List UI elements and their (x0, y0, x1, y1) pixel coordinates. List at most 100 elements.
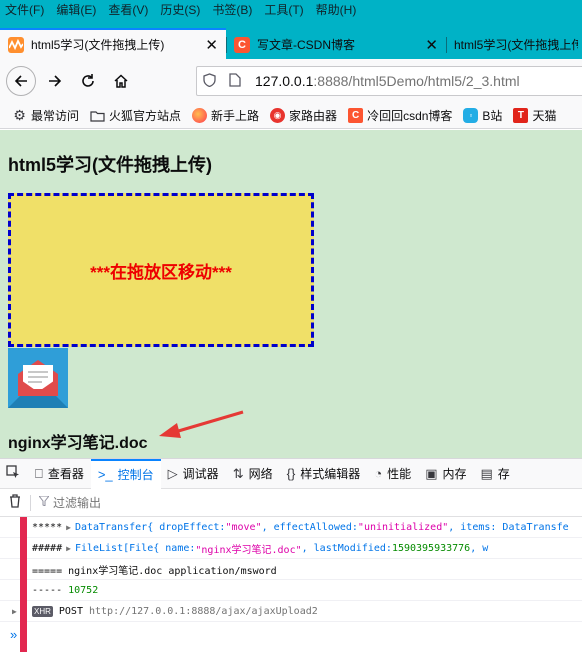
string-value: "move" (225, 521, 262, 533)
tab-inspector[interactable]: ⎕ 查看器 (28, 459, 91, 489)
forward-arrow-icon[interactable] (41, 67, 69, 95)
bookmark-firefox-site[interactable]: 火狐官方站点 (90, 107, 181, 124)
csdn-favicon-icon: C (234, 36, 250, 53)
console-line[interactable]: ===== nginx学习笔记.doc application/msword (0, 559, 582, 580)
bookmark-label: 新手上路 (211, 109, 260, 123)
bilibili-icon: ▫ (463, 108, 479, 123)
tab-storage[interactable]: ▤ 存 (474, 459, 517, 489)
tab-label: 网络 (248, 467, 273, 481)
tab-html5[interactable]: html5学习(文件拖拽上传) (446, 30, 582, 59)
mail-file-icon[interactable] (8, 348, 68, 408)
menu-history[interactable]: 历史(S) (160, 1, 200, 18)
menu-bookmarks[interactable]: 书签(B) (212, 1, 252, 18)
object-body: , items: DataTransfe (448, 521, 569, 533)
devtools-panel: ⎕ 查看器 >_ 控制台 ▷ 调试器 ⇅ 网络 {} 样式编辑器 ◔ 性能 ▣ … (0, 458, 582, 652)
menu-view[interactable]: 查看(V) (108, 1, 148, 18)
bookmark-bilibili[interactable]: ▫ B站 (463, 107, 502, 124)
devtools-tabbar: ⎕ 查看器 >_ 控制台 ▷ 调试器 ⇅ 网络 {} 样式编辑器 ◔ 性能 ▣ … (0, 458, 582, 489)
element-picker-icon[interactable] (6, 465, 28, 482)
menu-tools[interactable]: 工具(T) (264, 1, 303, 18)
object-body: , lastModified: (301, 542, 392, 554)
http-method: POST (58, 605, 83, 617)
console-line[interactable]: ***** ▶ DataTransfer { dropEffect: "move… (0, 517, 582, 538)
folder-icon (90, 108, 105, 123)
tab-style-editor[interactable]: {} 样式编辑器 (280, 459, 368, 489)
tracking-shield-icon[interactable] (203, 72, 219, 90)
xhr-badge: XHR (32, 605, 53, 617)
bookmark-csdn-blog[interactable]: C 冷回回csdn博客 (348, 107, 452, 124)
gear-icon: ⚙ (13, 107, 26, 123)
log-prefix: ----- (32, 584, 63, 596)
back-arrow-icon[interactable] (6, 66, 36, 96)
tab-label: 性能 (387, 467, 412, 481)
tab-label: 内存 (442, 467, 467, 481)
network-icon: ⇅ (232, 465, 244, 481)
expand-triangle-icon[interactable]: ▶ (12, 607, 17, 616)
tab-title: 写文章-CSDN博客 (257, 38, 355, 52)
menu-bar: 文件(F) 编辑(E) 查看(V) 历史(S) 书签(B) 工具(T) 帮助(H… (0, 0, 582, 19)
request-url[interactable]: http://127.0.0.1:8888/ajax/ajaxUpload2 (89, 606, 318, 617)
tab-bar: html5学习(文件拖拽上传) ✕ C 写文章-CSDN博客 ✕ html5学习… (0, 19, 582, 59)
menu-help[interactable]: 帮助(H) (316, 1, 357, 18)
console-line-xhr[interactable]: ▶ XHR POST http://127.0.0.1:8888/ajax/aj… (0, 601, 582, 622)
dropped-file-name: nginx学习笔记.doc (8, 435, 148, 452)
log-text: ===== nginx学习笔记.doc application/msword (32, 565, 277, 577)
trash-icon[interactable] (0, 494, 30, 511)
object-type: FileList (74, 542, 124, 554)
bookmark-most-visited[interactable]: ⚙ 最常访问 (12, 107, 79, 124)
page-info-icon[interactable] (229, 72, 245, 90)
navigation-bar: 127.0.0.1:8888/html5Demo/html5/2_3.html (0, 59, 582, 103)
expand-triangle-icon[interactable]: ▶ (66, 523, 71, 532)
tab-label: 调试器 (182, 467, 219, 481)
tab-console[interactable]: >_ 控制台 (90, 458, 161, 489)
tab-performance[interactable]: ◔ 性能 (367, 459, 418, 489)
home-icon[interactable] (107, 67, 135, 95)
reload-icon[interactable] (74, 67, 102, 95)
bookmarks-bar: ⚙ 最常访问 火狐官方站点 新手上路 ◉ 家路由器 C 冷回回csdn博客 ▫ … (0, 103, 582, 129)
menu-edit[interactable]: 编辑(E) (56, 1, 96, 18)
object-body: { name: (153, 542, 196, 554)
close-tab-icon[interactable]: ✕ (425, 36, 438, 54)
style-editor-icon: {} (286, 466, 296, 481)
console-filter-input[interactable] (53, 495, 353, 510)
address-bar[interactable]: 127.0.0.1:8888/html5Demo/html5/2_3.html (196, 66, 582, 96)
tab-label: 存 (497, 467, 510, 481)
drop-zone[interactable]: ***在拖放区移动*** (8, 193, 314, 347)
csdn-icon: C (348, 108, 364, 123)
console-log: ***** ▶ DataTransfer { dropEffect: "move… (0, 517, 582, 652)
tab-active[interactable]: html5学习(文件拖拽上传) ✕ (0, 28, 226, 59)
object-body: { dropEffect: (147, 521, 226, 533)
tab-debugger[interactable]: ▷ 调试器 (161, 459, 226, 489)
bookmark-label: 天猫 (532, 109, 557, 123)
log-prefix: ***** (32, 521, 63, 533)
object-body: , w (470, 542, 489, 554)
performance-icon: ◔ (374, 466, 383, 481)
tab-network[interactable]: ⇅ 网络 (226, 459, 280, 489)
inspector-icon: ⎕ (35, 465, 43, 481)
page-content: html5学习(文件拖拽上传) ***在拖放区移动*** nginx学习笔记.d… (0, 130, 582, 458)
console-line[interactable]: ##### ▶ FileList [ File { name: "nginx学习… (0, 538, 582, 559)
debugger-icon: ▷ (167, 465, 178, 481)
tab-csdn[interactable]: C 写文章-CSDN博客 ✕ (226, 30, 446, 59)
bookmark-getting-started[interactable]: 新手上路 (192, 107, 259, 124)
bookmark-tmall[interactable]: T 天猫 (513, 107, 556, 124)
bookmark-label: 家路由器 (289, 109, 338, 123)
tab-title: html5学习(文件拖拽上传) (454, 38, 578, 52)
storage-icon: ▤ (480, 465, 493, 481)
console-input-prompt[interactable]: » (0, 622, 582, 646)
expand-triangle-icon[interactable]: ▶ (66, 544, 71, 553)
menu-file[interactable]: 文件(F) (5, 1, 44, 18)
close-tab-icon[interactable]: ✕ (205, 36, 218, 54)
memory-icon: ▣ (425, 465, 438, 481)
firefox-icon (192, 108, 208, 123)
object-type: File (129, 542, 154, 554)
number-value: 10752 (68, 584, 99, 596)
tab-title: html5学习(文件拖拽上传) (31, 38, 165, 52)
object-body: , effectAllowed: (261, 521, 358, 533)
tab-memory[interactable]: ▣ 内存 (418, 459, 473, 489)
prompt-chevron-icon: » (10, 626, 18, 642)
bookmark-home-router[interactable]: ◉ 家路由器 (270, 107, 337, 124)
console-line[interactable]: ----- 10752 (0, 580, 582, 601)
console-filter-bar (0, 489, 582, 517)
divider (30, 494, 31, 511)
